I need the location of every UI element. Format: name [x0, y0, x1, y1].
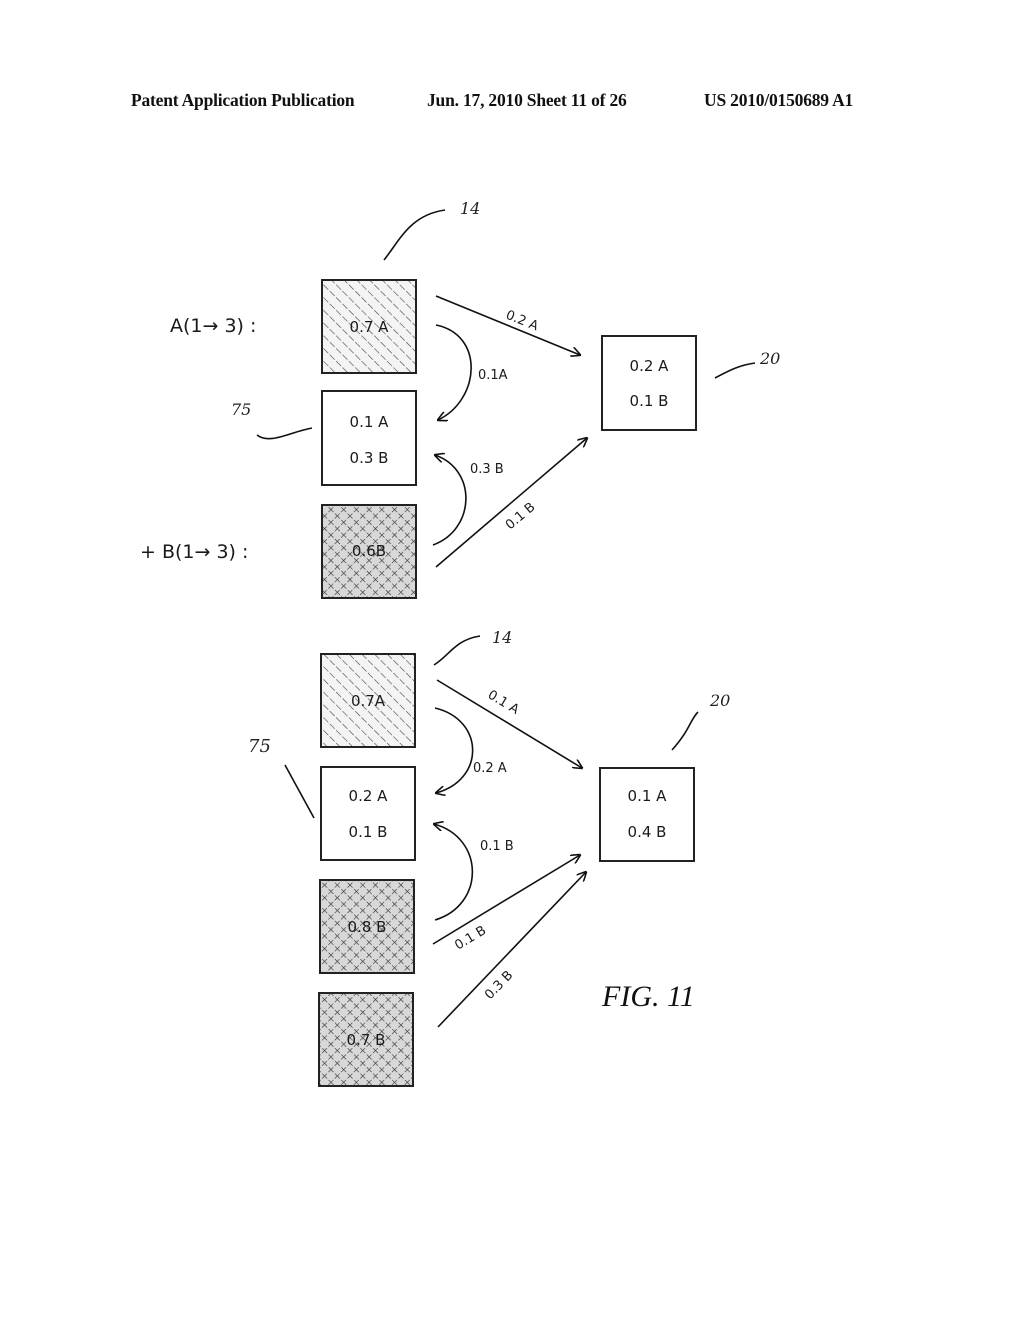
edge-a-to-middle-bottom: [435, 707, 474, 793]
middle-box-bottom: 0.2 A 0.1 B: [320, 766, 416, 861]
edge-b-to-target: [435, 438, 587, 568]
middle-value-2: 0.3 B: [350, 449, 389, 467]
edge-b-to-middle: [433, 455, 467, 546]
edge-b-to-middle-label: 0.3 B: [470, 462, 504, 477]
target-value-2-bottom: 0.4 B: [628, 823, 667, 841]
target-box: 0.2 A 0.1 B: [601, 335, 697, 431]
source-a-value-bottom: 0.7A: [351, 692, 386, 710]
target-value-1: 0.2 A: [630, 357, 670, 375]
target-box-bottom: 0.1 A 0.4 B: [599, 767, 695, 862]
top-diagram: A(1→ 3) : + B(1→ 3) : 14 75 20 0.7 A 0.1…: [140, 199, 780, 599]
bottom-diagram: 14 75 20 0.7A 0.2 A 0.1 B 0.8 B 0.7 B 0.…: [248, 628, 730, 1087]
middle-value-1: 0.1 A: [350, 413, 390, 431]
ref-14-leader-bottom: [433, 635, 481, 666]
process-b-label: + B(1→ 3) :: [140, 541, 248, 563]
edge-a-to-middle: [436, 324, 472, 420]
ref-20-leader-bottom: [671, 711, 699, 751]
source-b-box: 0.6B: [321, 504, 417, 599]
source-b-value: 0.6B: [352, 542, 386, 560]
figure-11-diagram: A(1→ 3) : + B(1→ 3) : 14 75 20 0.7 A 0.1…: [140, 199, 780, 1087]
ref-20-label: 20: [759, 349, 780, 368]
edge-b1-to-middle-label-bottom: 0.1 B: [480, 839, 514, 854]
ref-20-label-bottom: 20: [709, 691, 730, 710]
middle-value-2-bottom: 0.1 B: [349, 823, 388, 841]
ref-75-leader: [256, 427, 313, 440]
edge-a-to-target-bottom: [436, 679, 582, 768]
edge-b2-to-target-label-bottom: 0.3 B: [482, 968, 516, 1003]
ref-14-leader: [383, 209, 446, 261]
source-b1-value-bottom: 0.8 B: [348, 918, 387, 936]
source-b1-box-bottom: 0.8 B: [319, 879, 415, 974]
figure-label: FIG. 11: [601, 980, 695, 1013]
edge-a-to-middle-label: 0.1A: [478, 368, 508, 383]
process-a-label: A(1→ 3) :: [170, 315, 256, 337]
source-a-box-bottom: 0.7A: [320, 653, 416, 748]
ref-14-label-bottom: 14: [492, 628, 512, 647]
source-b2-value-bottom: 0.7 B: [347, 1031, 386, 1049]
target-value-1-bottom: 0.1 A: [628, 787, 668, 805]
ref-75-leader-bottom: [284, 764, 315, 819]
edge-a-to-middle-label-bottom: 0.2 A: [473, 761, 507, 776]
target-value-2: 0.1 B: [630, 392, 669, 410]
ref-75-label: 75: [231, 400, 251, 419]
ref-20-leader: [714, 362, 756, 379]
edge-b1-to-target-bottom: [432, 855, 580, 945]
edge-b1-to-middle-bottom: [434, 824, 474, 921]
source-a-box: 0.7 A: [321, 279, 417, 374]
middle-box: 0.1 A 0.3 B: [321, 390, 417, 486]
ref-75-label-bottom: 75: [248, 736, 271, 757]
source-b2-box-bottom: 0.7 B: [318, 992, 414, 1087]
ref-14-label: 14: [460, 199, 480, 218]
edge-a-to-target: [435, 295, 580, 355]
source-a-value: 0.7 A: [350, 318, 390, 336]
middle-value-1-bottom: 0.2 A: [349, 787, 389, 805]
edge-b1-to-target-label-bottom: 0.1 B: [452, 923, 489, 953]
